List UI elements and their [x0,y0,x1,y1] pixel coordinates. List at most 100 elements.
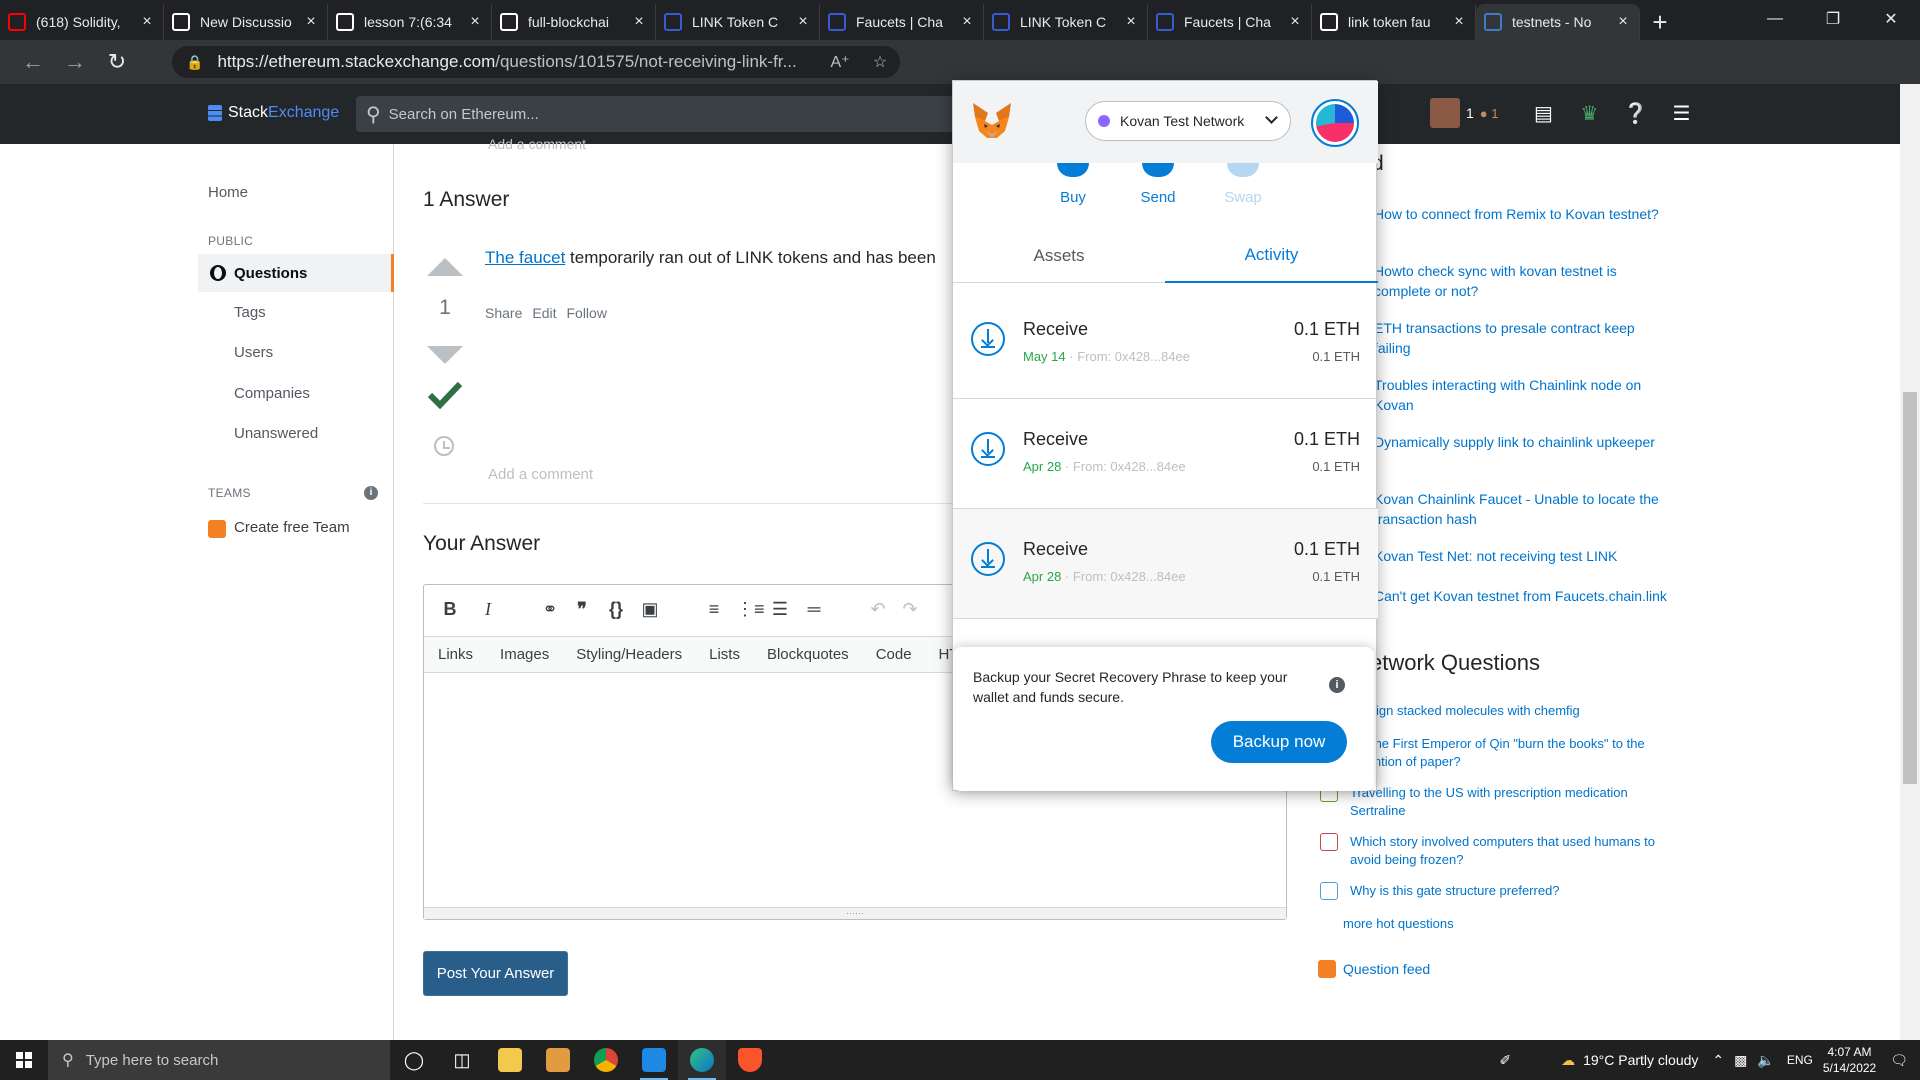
task-view-icon[interactable]: ◫ [438,1040,486,1080]
show-hidden-icons[interactable]: ⌃ [1712,1052,1724,1069]
close-tab-icon[interactable]: × [795,13,811,31]
editor-help-tab[interactable]: Styling/Headers [576,646,682,663]
share-link[interactable]: Share [485,305,522,321]
forward-icon[interactable]: → [54,40,96,84]
history-icon[interactable] [434,436,454,456]
hot-question-item[interactable]: Which story involved computers that used… [1320,833,1680,869]
nav-companies[interactable]: Companies [234,385,310,402]
url-text[interactable]: https://ethereum.stackexchange.com/quest… [217,52,820,72]
redo-icon[interactable]: ↷ [898,599,922,620]
linked-question-link[interactable]: Troubles interacting with Chainlink node… [1374,375,1674,415]
vscode-icon[interactable] [630,1040,678,1080]
site-search[interactable]: ⚲ [356,96,996,132]
achievements-icon[interactable]: ♛ [1567,101,1613,126]
bold-icon[interactable]: B [438,599,462,620]
nav-home[interactable]: Home [208,184,248,201]
reload-icon[interactable]: ↻ [96,40,138,84]
backup-now-button[interactable]: Backup now [1211,721,1347,763]
restore-icon[interactable]: ❐ [1804,0,1862,38]
browser-tab[interactable]: testnets - No × [1476,4,1640,40]
nav-unanswered[interactable]: Unanswered [234,425,318,442]
site-switcher-icon[interactable]: ☰ [1659,101,1705,126]
file-explorer-icon[interactable] [486,1040,534,1080]
back-icon[interactable]: ← [12,40,54,84]
linked-question-link[interactable]: Howto check sync with kovan testnet is c… [1374,261,1674,301]
package-app-icon[interactable] [534,1040,582,1080]
downvote-icon[interactable] [427,346,463,364]
hot-question-item[interactable]: Why is this gate structure preferred? [1320,882,1680,900]
send-button[interactable]: Send [1118,163,1198,206]
close-tab-icon[interactable]: × [1451,13,1467,31]
swap-button[interactable]: Swap [1203,163,1283,206]
page-scrollbar[interactable] [1900,84,1920,1040]
network-selector[interactable]: Kovan Test Network [1085,101,1291,141]
faucet-link[interactable]: The faucet [485,248,565,267]
browser-tab[interactable]: Faucets | Cha × [1148,4,1312,40]
edit-link[interactable]: Edit [532,305,556,321]
close-tab-icon[interactable]: × [467,13,483,31]
pen-icon[interactable]: ✐ [1499,1052,1511,1069]
brave-icon[interactable] [726,1040,774,1080]
edge-icon[interactable] [678,1040,726,1080]
browser-tab[interactable]: LINK Token C × [656,4,820,40]
editor-help-tab[interactable]: Links [438,646,473,663]
editor-help-tab[interactable]: Images [500,646,549,663]
tab-activity[interactable]: Activity [1165,229,1378,283]
browser-tab[interactable]: link token fau × [1312,4,1476,40]
add-comment-link[interactable]: Add a comment [488,466,593,483]
close-tab-icon[interactable]: × [959,13,975,31]
add-favorite-icon[interactable]: ☆ [860,52,900,72]
horizontal-rule-icon[interactable]: ═ [802,599,826,620]
browser-tab[interactable]: Faucets | Cha × [820,4,984,40]
search-input[interactable] [388,105,789,123]
linked-question-link[interactable]: Dynamically supply link to chainlink upk… [1374,432,1674,452]
inbox-icon[interactable]: ▤ [1521,101,1567,126]
linked-question-link[interactable]: Kovan Test Net: not receiving test LINK [1374,546,1674,566]
nav-users[interactable]: Users [234,344,273,361]
transaction-row[interactable]: Receive Apr 28 · From: 0x428...84ee 0.1 ET… [953,399,1378,509]
italic-icon[interactable]: I [476,599,500,620]
close-tab-icon[interactable]: × [1287,13,1303,31]
browser-tab[interactable]: LINK Token C × [984,4,1148,40]
volume-icon[interactable]: 🔈 [1757,1052,1774,1069]
cortana-icon[interactable]: ◯ [390,1040,438,1080]
scrollbar-thumb[interactable] [1903,392,1917,784]
tab-assets[interactable]: Assets [953,229,1165,283]
question-feed-link[interactable]: Question feed [1318,960,1430,978]
ordered-list-icon[interactable]: ≡ [702,599,726,620]
buy-button[interactable]: Buy [1033,163,1113,206]
close-tab-icon[interactable]: × [631,13,647,31]
metamask-fox-icon[interactable] [971,101,1013,141]
browser-tab[interactable]: full-blockchai × [492,4,656,40]
image-icon[interactable]: ▣ [638,599,662,620]
taskbar-search[interactable]: ⚲ Type here to search [48,1040,390,1080]
account-avatar[interactable] [1311,99,1359,147]
close-tab-icon[interactable]: × [139,13,155,31]
linked-question-link[interactable]: Kovan Chainlink Faucet - Unable to locat… [1374,489,1674,529]
weather-icon[interactable]: ☁ [1561,1052,1575,1069]
editor-help-tab[interactable]: Code [876,646,912,663]
post-answer-button[interactable]: Post Your Answer [423,951,568,996]
start-button[interactable] [0,1040,48,1080]
browser-tab[interactable]: New Discussio × [164,4,328,40]
info-icon[interactable]: i [1329,677,1345,693]
read-aloud-icon[interactable]: A⁺ [820,52,860,72]
close-tab-icon[interactable]: × [1123,13,1139,31]
undo-icon[interactable]: ↶ [866,599,890,620]
chrome-icon[interactable] [582,1040,630,1080]
nav-tags[interactable]: Tags [234,304,266,321]
linked-question-link[interactable]: Can't get Kovan testnet from Faucets.cha… [1374,586,1674,606]
resize-grip[interactable]: ⋯⋯ [424,907,1286,919]
user-avatar[interactable] [1430,98,1460,128]
notifications-icon[interactable]: 🗨 [1890,1052,1908,1069]
blockquote-icon[interactable]: ❞ [570,599,594,620]
editor-help-tab[interactable]: Lists [709,646,740,663]
heading-icon[interactable]: ☰ [768,599,792,620]
info-icon[interactable]: i [364,486,378,500]
linked-question-link[interactable]: How to connect from Remix to Kovan testn… [1374,204,1674,224]
follow-link[interactable]: Follow [566,305,606,321]
close-window-icon[interactable]: ✕ [1862,0,1920,38]
stackexchange-logo[interactable]: Stack Exchange [208,104,339,122]
more-hot-questions-link[interactable]: more hot questions [1343,916,1454,931]
upvote-icon[interactable] [427,258,463,276]
